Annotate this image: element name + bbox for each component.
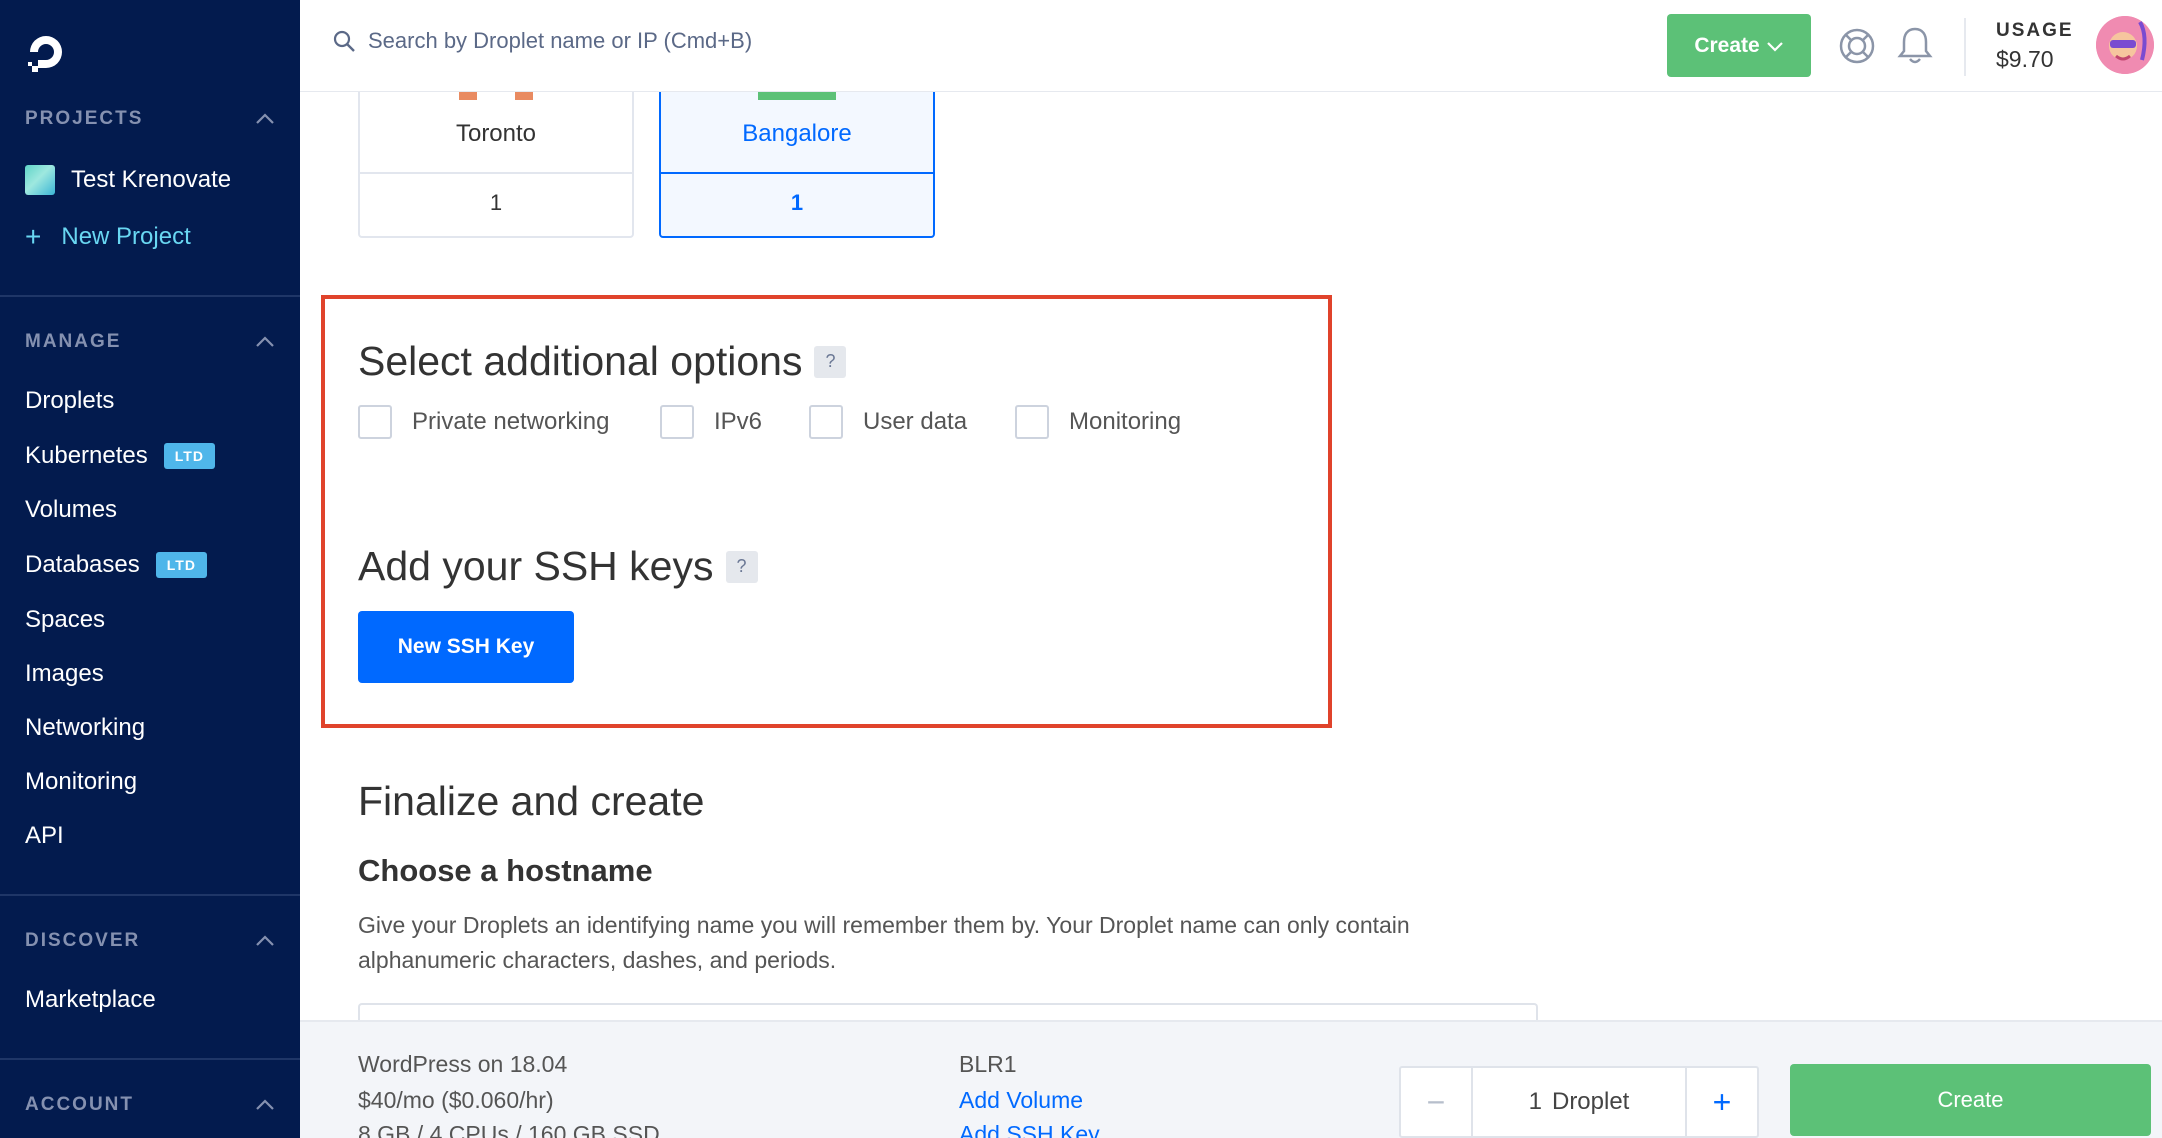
sidebar-project-test-krenovate[interactable]: Test Krenovate [25, 162, 231, 198]
add-ssh-key-link[interactable]: Add SSH Key [959, 1121, 1100, 1138]
help-icon[interactable] [1838, 27, 1876, 65]
summary-image: WordPress on 18.04 [358, 1051, 568, 1077]
projects-section-header[interactable]: PROJECTS [25, 104, 275, 134]
project-icon [25, 165, 55, 195]
hostname-description: Give your Droplets an identifying name y… [358, 912, 1410, 973]
new-project-link[interactable]: + New Project [25, 219, 191, 255]
region-name: Bangalore [742, 120, 852, 147]
summary-price: $40/mo ($0.060/hr) [358, 1087, 554, 1113]
option-monitoring[interactable]: Monitoring [1015, 405, 1181, 439]
quantity-number: 1 [1528, 1088, 1542, 1115]
sidebar: PROJECTS Test Krenovate + New Project MA… [0, 0, 300, 1138]
summary-bar: WordPress on 18.04 $40/mo ($0.060/hr) 8 … [300, 1020, 2162, 1138]
region-card-divider [360, 172, 632, 174]
minus-icon[interactable]: − [1401, 1068, 1473, 1136]
quantity-value[interactable]: 1 Droplet [1473, 1068, 1685, 1136]
sidebar-item-spaces[interactable]: Spaces [25, 602, 105, 638]
header-separator [1964, 18, 1966, 76]
usage-label: USAGE [1996, 20, 2074, 41]
hostname-title: Choose a hostname [358, 853, 653, 888]
add-volume-link[interactable]: Add Volume [959, 1087, 1083, 1114]
sidebar-item-networking[interactable]: Networking [25, 710, 145, 746]
discover-section-header[interactable]: DISCOVER [25, 926, 275, 956]
sidebar-item-droplets[interactable]: Droplets [25, 383, 114, 419]
search-icon [333, 30, 355, 52]
sidebar-item-images[interactable]: Images [25, 656, 104, 692]
new-ssh-key-button[interactable]: New SSH Key [358, 611, 574, 683]
create-droplet-button[interactable]: Create [1790, 1064, 2151, 1136]
create-menu-button[interactable]: Create [1667, 14, 1811, 77]
search-bar[interactable]: Search by Droplet name or IP (Cmd+B) [332, 28, 752, 54]
chevron-up-icon [256, 935, 274, 946]
region-name: Toronto [455, 120, 537, 147]
checkbox[interactable] [809, 405, 843, 439]
account-section-header[interactable]: ACCOUNT [25, 1090, 275, 1120]
quantity-stepper: − 1 Droplet + [1399, 1066, 1759, 1138]
sidebar-item-databases[interactable]: Databases LTD [25, 547, 207, 583]
option-ipv6[interactable]: IPv6 [660, 405, 762, 439]
sidebar-item-api[interactable]: API [25, 818, 64, 854]
ltd-badge: LTD [155, 552, 207, 578]
quantity-unit: Droplet [1551, 1088, 1630, 1115]
help-tooltip-icon[interactable]: ? [725, 550, 758, 583]
option-user-data[interactable]: User data [809, 405, 967, 439]
plus-icon: + [25, 221, 42, 252]
sidebar-divider [0, 1058, 300, 1060]
sidebar-item-marketplace[interactable]: Marketplace [25, 982, 156, 1018]
ssh-keys-title: Add your SSH keys ? [358, 543, 758, 590]
bell-icon[interactable] [1897, 25, 1933, 65]
help-tooltip-icon[interactable]: ? [814, 345, 847, 378]
sidebar-item-volumes[interactable]: Volumes [25, 492, 117, 528]
option-private-networking[interactable]: Private networking [358, 405, 609, 439]
region-datacenter-count[interactable]: 1 [661, 190, 933, 216]
checkbox[interactable] [1015, 405, 1049, 439]
chevron-up-icon [256, 113, 274, 124]
sidebar-divider [0, 295, 300, 297]
summary-region: BLR1 [959, 1051, 1017, 1077]
ltd-badge: LTD [163, 443, 215, 469]
top-header: Search by Droplet name or IP (Cmd+B) Cre… [300, 0, 2162, 92]
plus-icon[interactable]: + [1685, 1068, 1757, 1136]
chevron-up-icon [256, 1099, 274, 1110]
chevron-up-icon [256, 336, 274, 347]
sidebar-item-kubernetes[interactable]: Kubernetes LTD [25, 438, 215, 474]
summary-specs: 8 GB / 4 CPUs / 160 GB SSD [358, 1121, 660, 1138]
avatar[interactable] [2096, 16, 2154, 74]
search-input[interactable]: Search by Droplet name or IP (Cmd+B) [368, 28, 752, 54]
additional-options-title: Select additional options ? [358, 338, 847, 385]
chevron-down-icon [1766, 41, 1783, 52]
finalize-title: Finalize and create [358, 778, 705, 824]
do-logo-icon[interactable] [22, 28, 70, 76]
region-datacenter-count: 1 [489, 190, 503, 215]
sidebar-item-monitoring[interactable]: Monitoring [25, 764, 137, 800]
sidebar-divider [0, 894, 300, 896]
region-card-divider [661, 172, 933, 174]
avatar-icon [2096, 16, 2154, 74]
checkbox[interactable] [358, 405, 392, 439]
checkbox[interactable] [660, 405, 694, 439]
usage-value[interactable]: $9.70 [1996, 46, 2054, 73]
manage-section-header[interactable]: MANAGE [25, 327, 275, 357]
